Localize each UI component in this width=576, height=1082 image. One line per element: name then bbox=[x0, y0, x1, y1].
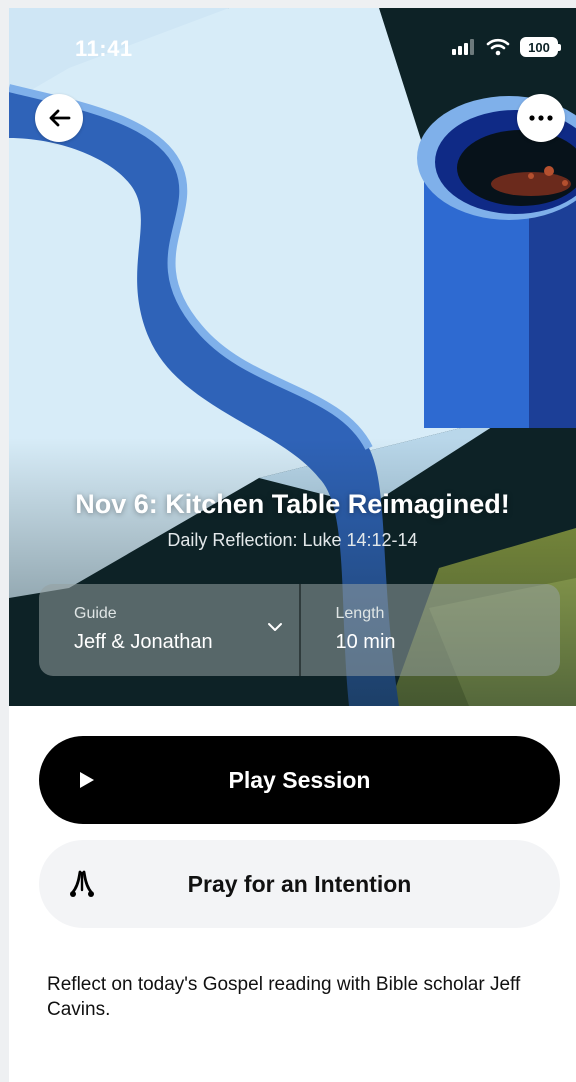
session-description: Reflect on today's Gospel reading with B… bbox=[47, 974, 521, 1020]
session-subtitle: Daily Reflection: Luke 14:12-14 bbox=[167, 530, 418, 550]
status-icons: 100 bbox=[452, 30, 561, 64]
praying-hands-icon bbox=[70, 870, 94, 897]
play-session-label: Play Session bbox=[228, 766, 371, 793]
session-header: Nov 6: Kitchen Table Reimagined! Daily R… bbox=[9, 486, 576, 552]
guide-selector[interactable]: Guide Jeff & Jonathan bbox=[39, 584, 301, 676]
hero-artwork: 11:41 100 Nov 6: Kitchen Table Reimagine… bbox=[9, 8, 576, 706]
ellipsis-icon bbox=[529, 115, 553, 121]
guide-label: Guide bbox=[74, 605, 117, 622]
length-label: Length bbox=[335, 605, 385, 622]
back-button[interactable] bbox=[35, 94, 83, 142]
status-time: 11:41 bbox=[75, 36, 133, 61]
wifi-icon bbox=[486, 38, 510, 56]
guide-value: Jeff & Jonathan bbox=[74, 631, 213, 653]
pray-intention-label: Pray for an Intention bbox=[187, 870, 412, 897]
signal-icon bbox=[452, 39, 474, 55]
session-meta-card: Guide Jeff & Jonathan Length 10 min bbox=[39, 584, 560, 676]
pray-intention-button[interactable]: Pray for an Intention bbox=[39, 840, 560, 928]
arrow-left-icon bbox=[49, 109, 71, 127]
battery-icon: 100 bbox=[520, 37, 561, 57]
session-title: Nov 6: Kitchen Table Reimagined! bbox=[75, 489, 510, 519]
chevron-down-icon bbox=[267, 623, 282, 631]
status-bar: 11:41 100 bbox=[9, 8, 576, 78]
play-session-button[interactable]: Play Session bbox=[39, 736, 560, 824]
play-icon bbox=[80, 772, 94, 788]
length-value: 10 min bbox=[335, 631, 396, 653]
screen: 11:41 100 Nov 6: Kitchen Table Reimagine… bbox=[9, 8, 576, 1082]
battery-level: 100 bbox=[528, 39, 550, 55]
more-options-button[interactable] bbox=[517, 94, 565, 142]
length-info: Length 10 min bbox=[301, 584, 561, 676]
